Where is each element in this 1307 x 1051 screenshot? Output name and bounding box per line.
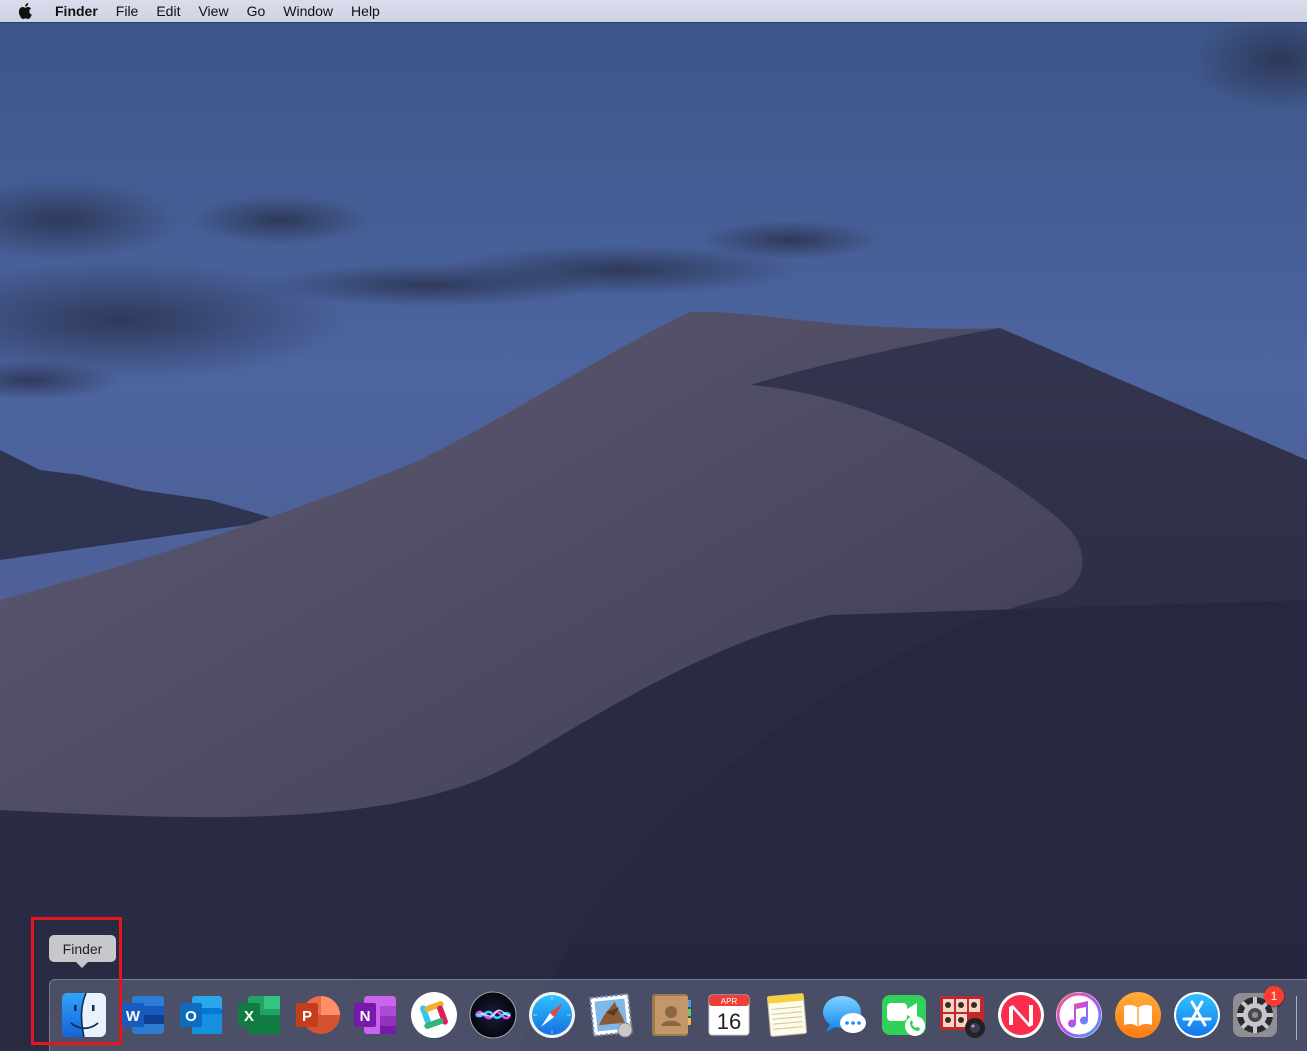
menu-file[interactable]: File bbox=[107, 0, 148, 22]
calendar-icon[interactable]: APR 16 bbox=[704, 990, 754, 1040]
safari-icon[interactable] bbox=[527, 990, 577, 1040]
app-store-icon[interactable] bbox=[1172, 990, 1222, 1040]
calendar-day: 16 bbox=[717, 1009, 741, 1034]
menu-edit[interactable]: Edit bbox=[147, 0, 189, 22]
annotation-highlight-box bbox=[31, 917, 122, 1045]
apple-menu-icon[interactable] bbox=[18, 3, 38, 19]
itunes-icon[interactable] bbox=[1054, 990, 1104, 1040]
outlook-icon[interactable]: O bbox=[176, 990, 226, 1040]
outlook-letter: O bbox=[185, 1008, 197, 1025]
photo-booth-icon[interactable] bbox=[937, 990, 987, 1040]
word-icon[interactable]: W bbox=[118, 990, 168, 1040]
mail-icon[interactable] bbox=[586, 990, 636, 1040]
powerpoint-letter: P bbox=[302, 1008, 312, 1025]
onenote-letter: N bbox=[360, 1008, 371, 1025]
onenote-icon[interactable]: N bbox=[350, 990, 400, 1040]
dock-separator bbox=[1296, 996, 1297, 1040]
dock: W O X P N APR 16 1 bbox=[49, 979, 1307, 1051]
excel-icon[interactable]: X bbox=[234, 990, 284, 1040]
menu-window[interactable]: Window bbox=[274, 0, 342, 22]
notes-icon[interactable] bbox=[762, 990, 812, 1040]
excel-letter: X bbox=[244, 1008, 254, 1025]
notification-badge: 1 bbox=[1264, 986, 1284, 1006]
calendar-month: APR bbox=[721, 997, 738, 1006]
menu-go[interactable]: Go bbox=[238, 0, 275, 22]
system-preferences-icon[interactable]: 1 bbox=[1230, 986, 1284, 1040]
powerpoint-icon[interactable]: P bbox=[292, 990, 342, 1040]
facetime-icon[interactable] bbox=[879, 990, 929, 1040]
news-icon[interactable] bbox=[996, 990, 1046, 1040]
word-letter: W bbox=[126, 1008, 141, 1025]
desktop-wallpaper bbox=[0, 0, 1307, 1050]
menu-bar: Finder File Edit View Go Window Help bbox=[0, 0, 1307, 22]
menu-view[interactable]: View bbox=[189, 0, 237, 22]
menu-app-name[interactable]: Finder bbox=[46, 0, 107, 22]
slack-icon[interactable] bbox=[409, 990, 459, 1040]
menu-help[interactable]: Help bbox=[342, 0, 389, 22]
siri-icon[interactable] bbox=[468, 990, 518, 1040]
books-icon[interactable] bbox=[1113, 990, 1163, 1040]
messages-icon[interactable] bbox=[820, 990, 870, 1040]
contacts-icon[interactable] bbox=[645, 990, 695, 1040]
